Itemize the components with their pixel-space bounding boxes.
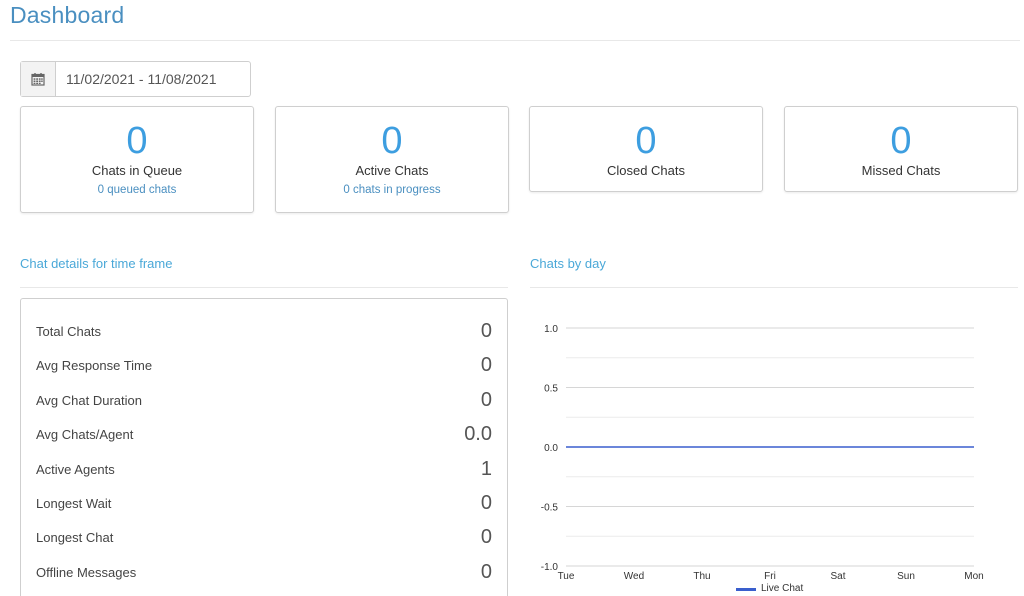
title-divider xyxy=(10,40,1020,41)
y-tick-label: 0.0 xyxy=(544,443,558,454)
detail-value: 0 xyxy=(480,491,492,514)
y-tick-label: 0.5 xyxy=(544,384,558,395)
details-section-title: Chat details for time frame xyxy=(20,256,173,271)
date-range-input[interactable]: 11/02/2021 - 11/08/2021 xyxy=(56,62,250,96)
detail-label: Avg Chat Duration xyxy=(36,392,142,408)
card-sub-link[interactable]: 0 chats in progress xyxy=(276,184,508,196)
details-section-divider xyxy=(20,287,508,288)
card-label: Closed Chats xyxy=(606,163,686,178)
calendar-icon[interactable] xyxy=(21,62,56,96)
legend-label: Live Chat xyxy=(761,583,803,594)
card-label: Active Chats xyxy=(355,163,429,178)
detail-row-longest-wait: Longest Wait 0 xyxy=(36,486,492,520)
card-missed-chats: 0 Missed Chats xyxy=(784,106,1018,192)
detail-value: 0 xyxy=(480,353,492,376)
detail-row-offline-messages: Offline Messages 0 xyxy=(36,555,492,589)
card-label: Chats in Queue xyxy=(91,163,183,178)
card-value: 0 xyxy=(381,120,403,162)
detail-row-longest-chat: Longest Chat 0 xyxy=(36,520,492,554)
y-tick-label: 1.0 xyxy=(544,324,558,335)
detail-label: Offline Messages xyxy=(36,564,137,580)
chart-svg: 1.0 0.5 0.0 -0.5 -1.0Tue Wed Thu Fri Sat Sun Mon Li… xyxy=(541,324,984,594)
detail-value: 1 xyxy=(480,457,492,480)
x-tick-label: Tue xyxy=(558,571,575,582)
y-tick-label: -0.5 xyxy=(541,503,559,514)
detail-row-total-chats: Total Chats 0 xyxy=(36,314,492,348)
x-tick-label: Thu xyxy=(693,571,710,582)
x-tick-label: Fri xyxy=(764,571,776,582)
detail-label: Avg Chats/Agent xyxy=(36,426,134,442)
detail-row-avg-response-time: Avg Response Time 0 xyxy=(36,348,492,382)
detail-row-avg-chat-duration: Avg Chat Duration 0 xyxy=(36,383,492,417)
card-label: Missed Chats xyxy=(861,163,941,178)
card-chats-in-queue: 0 Chats in Queue 0 queued chats xyxy=(20,106,254,213)
detail-label: Total Chats xyxy=(36,323,102,339)
detail-label: Avg Response Time xyxy=(36,357,153,373)
legend-swatch xyxy=(736,588,756,591)
x-tick-label: Sun xyxy=(897,571,915,582)
detail-row-avg-chats-agent: Avg Chats/Agent 0.0 xyxy=(36,417,492,451)
card-value: 0 xyxy=(126,120,148,162)
card-value: 0 xyxy=(890,120,912,162)
detail-value: 0 xyxy=(480,319,492,342)
chats-by-day-chart: 1.0 0.5 0.0 -0.5 -1.0 Tue Wed Thu Fri Sat Sun Mon Li… xyxy=(520,296,1020,596)
y-tick-label: -1.0 xyxy=(541,562,559,573)
card-sub-link[interactable]: 0 queued chats xyxy=(21,184,253,196)
detail-value: 0 xyxy=(480,388,492,411)
x-tick-label: Sat xyxy=(830,571,845,582)
card-value: 0 xyxy=(635,120,657,162)
detail-value: 0.0 xyxy=(464,422,492,445)
page-title: Dashboard xyxy=(10,2,125,28)
detail-label: Longest Chat xyxy=(36,529,114,545)
x-tick-label: Mon xyxy=(964,571,983,582)
detail-label: Longest Wait xyxy=(36,495,112,511)
chat-details-panel: Total Chats 0 Avg Response Time 0 Avg Ch… xyxy=(20,298,508,596)
detail-row-active-agents: Active Agents 1 xyxy=(36,452,492,486)
card-closed-chats: 0 Closed Chats xyxy=(529,106,763,192)
detail-label: Active Agents xyxy=(36,461,115,477)
detail-value: 0 xyxy=(480,560,492,583)
date-range-picker[interactable]: 11/02/2021 - 11/08/2021 xyxy=(20,61,251,97)
chart-section-divider xyxy=(530,287,1018,288)
x-tick-label: Wed xyxy=(624,571,644,582)
detail-value: 0 xyxy=(480,525,492,548)
chart-section-title: Chats by day xyxy=(530,256,606,271)
card-active-chats: 0 Active Chats 0 chats in progress xyxy=(275,106,509,213)
